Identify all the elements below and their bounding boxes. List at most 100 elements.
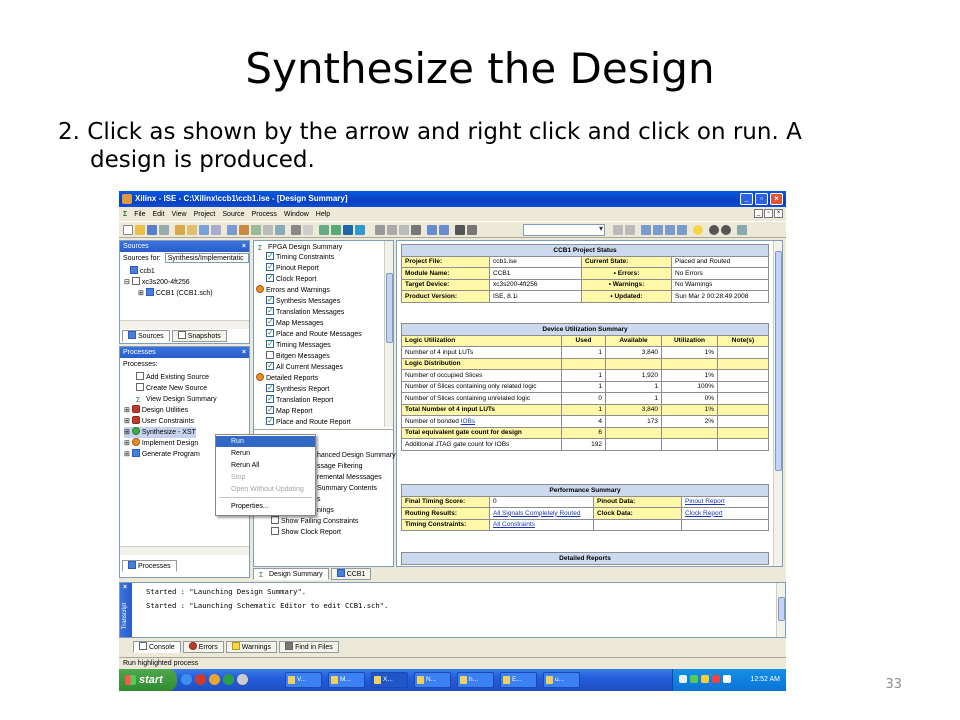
print-icon[interactable] (159, 225, 169, 235)
menu-view[interactable]: View (172, 211, 187, 218)
summary-item-map-messages[interactable]: Map Messages (266, 316, 323, 329)
taskbar-item[interactable]: V... (285, 672, 322, 688)
window-icon[interactable] (227, 225, 237, 235)
outdent-icon[interactable] (625, 225, 635, 235)
tab-errors[interactable]: Errors (182, 641, 224, 653)
process-design-utilities[interactable]: ⊞ Design Utilities (124, 405, 188, 416)
menu-project[interactable]: Project (194, 211, 216, 218)
start-button[interactable]: start (119, 669, 177, 691)
source-item-ccb1-sch[interactable]: ⊞ CCB1 (CCB1.sch) (138, 288, 213, 299)
context-rerun-all[interactable]: Rerun All (216, 460, 315, 471)
minimize-button[interactable]: _ (740, 193, 753, 205)
summary-item-timing-messages[interactable]: Timing Messages (266, 338, 331, 351)
project-icon[interactable] (175, 225, 185, 235)
menu-edit[interactable]: Edit (152, 211, 164, 218)
tab-ccb1[interactable]: CCB1 (330, 568, 372, 580)
process-icon[interactable] (239, 225, 249, 235)
scroll-thumb[interactable] (778, 597, 785, 621)
open-icon[interactable] (135, 225, 145, 235)
context-properties[interactable]: Properties... (216, 501, 315, 512)
app-icon[interactable] (209, 674, 220, 685)
summary-group-detailed-reports[interactable]: Detailed Reports (256, 373, 318, 384)
transcript-vscroll[interactable] (776, 583, 785, 637)
tab-snapshots[interactable]: Snapshots (171, 330, 227, 342)
tray-icon[interactable] (723, 675, 731, 683)
summary-item-pinout-report[interactable]: Pinout Report (266, 261, 319, 274)
summary-item-timing-constraints[interactable]: Timing Constraints (266, 250, 334, 263)
process-view-design-summary[interactable]: Σ View Design Summary (136, 394, 217, 405)
summary-item-translation-messages[interactable]: Translation Messages (266, 305, 344, 318)
forward-icon[interactable] (721, 225, 731, 235)
context-rerun[interactable]: Rerun (216, 448, 315, 459)
menu-help[interactable]: Help (316, 211, 330, 218)
summary-item-bitgen-messages[interactable]: Bitgen Messages (266, 351, 330, 362)
tray-icon[interactable] (701, 675, 709, 683)
summary-item-synthesis-report[interactable]: Synthesis Report (266, 382, 329, 395)
tab-find-in-files[interactable]: Find in Files (279, 641, 339, 653)
tab-console[interactable]: Console (133, 641, 181, 653)
undo-icon[interactable] (427, 225, 437, 235)
snapshot-icon[interactable] (199, 225, 209, 235)
sources-close-icon[interactable]: × (242, 241, 246, 252)
context-stop[interactable]: Stop (216, 472, 315, 483)
maximize-button[interactable]: ▫ (755, 193, 768, 205)
cascade-icon[interactable] (665, 225, 675, 235)
source-item-device[interactable]: ⊟ xc3s200-4ft256 (124, 277, 190, 288)
back-icon[interactable] (709, 225, 719, 235)
routing-results-link[interactable]: All Signals Completely Routed (489, 507, 594, 520)
find-in-files-icon[interactable] (467, 225, 477, 235)
toolbar-combo[interactable] (523, 224, 605, 236)
tray-icon[interactable] (712, 675, 720, 683)
option-summary-contents[interactable]: Summary Contents (317, 483, 377, 494)
menu-process[interactable]: Process (252, 211, 277, 218)
sources-for-select[interactable]: Synthesis/Implementatic (164, 253, 249, 263)
taskbar-item[interactable]: X... (371, 672, 408, 688)
app-icon[interactable] (223, 674, 234, 685)
paste-icon[interactable] (399, 225, 409, 235)
option-s[interactable]: s (317, 494, 321, 505)
process-add-existing-source[interactable]: Add Existing Source (136, 372, 209, 383)
cut-icon[interactable] (375, 225, 385, 235)
tab-processes[interactable]: Processes (122, 560, 177, 572)
process-generate-program[interactable]: ⊞ Generate Program (124, 449, 200, 460)
tab-design-summary[interactable]: Σ Design Summary (253, 568, 329, 580)
sources-hscroll[interactable] (120, 320, 249, 329)
source-item-ccb1[interactable]: ccb1 (130, 266, 155, 277)
processes-hscroll[interactable] (120, 546, 249, 555)
pinout-report-link[interactable]: Pinout Report (681, 495, 769, 508)
open-project-icon[interactable] (187, 225, 197, 235)
tile-icon[interactable] (653, 225, 663, 235)
save-icon[interactable] (147, 225, 157, 235)
tree-icon[interactable] (319, 225, 329, 235)
taskbar-item[interactable]: h... (457, 672, 494, 688)
summary-item-clock-report[interactable]: Clock Report (266, 272, 316, 285)
taskbar-item[interactable]: u... (543, 672, 580, 688)
taskbar-item[interactable]: M... (328, 672, 365, 688)
mdi-restore-button[interactable]: ▫ (764, 209, 773, 218)
add-source-icon[interactable] (211, 225, 221, 235)
split-icon[interactable] (677, 225, 687, 235)
zoom-icon[interactable] (303, 225, 313, 235)
pointer-icon[interactable] (343, 225, 353, 235)
summary-item-par-report[interactable]: Place and Route Report (266, 415, 351, 428)
transcript-close-icon[interactable]: × (123, 584, 127, 591)
delete-icon[interactable] (411, 225, 421, 235)
mdi-minimize-button[interactable]: _ (754, 209, 763, 218)
option-message-filtering[interactable]: ssage Filtering (317, 461, 363, 472)
taskbar-item[interactable]: E... (500, 672, 537, 688)
close-button[interactable]: × (770, 193, 783, 205)
iobs-link[interactable]: IOBs (461, 418, 475, 425)
checkbox-icon[interactable] (271, 516, 279, 524)
app-icon[interactable] (195, 674, 206, 685)
tree-expand-icon[interactable] (331, 225, 341, 235)
tab-warnings[interactable]: Warnings (225, 641, 278, 653)
redo-icon[interactable] (439, 225, 449, 235)
clock-report-link[interactable]: Clock Report (681, 507, 769, 520)
refresh-icon[interactable] (737, 225, 747, 235)
summary-item-synthesis-messages[interactable]: Synthesis Messages (266, 294, 340, 307)
process-synthesize-xst[interactable]: ⊞ Synthesize - XST (124, 427, 196, 438)
process-create-new-source[interactable]: Create New Source (136, 383, 207, 394)
tray-icon[interactable] (679, 675, 687, 683)
ie-icon[interactable] (181, 674, 192, 685)
sheet-icon[interactable] (291, 225, 301, 235)
